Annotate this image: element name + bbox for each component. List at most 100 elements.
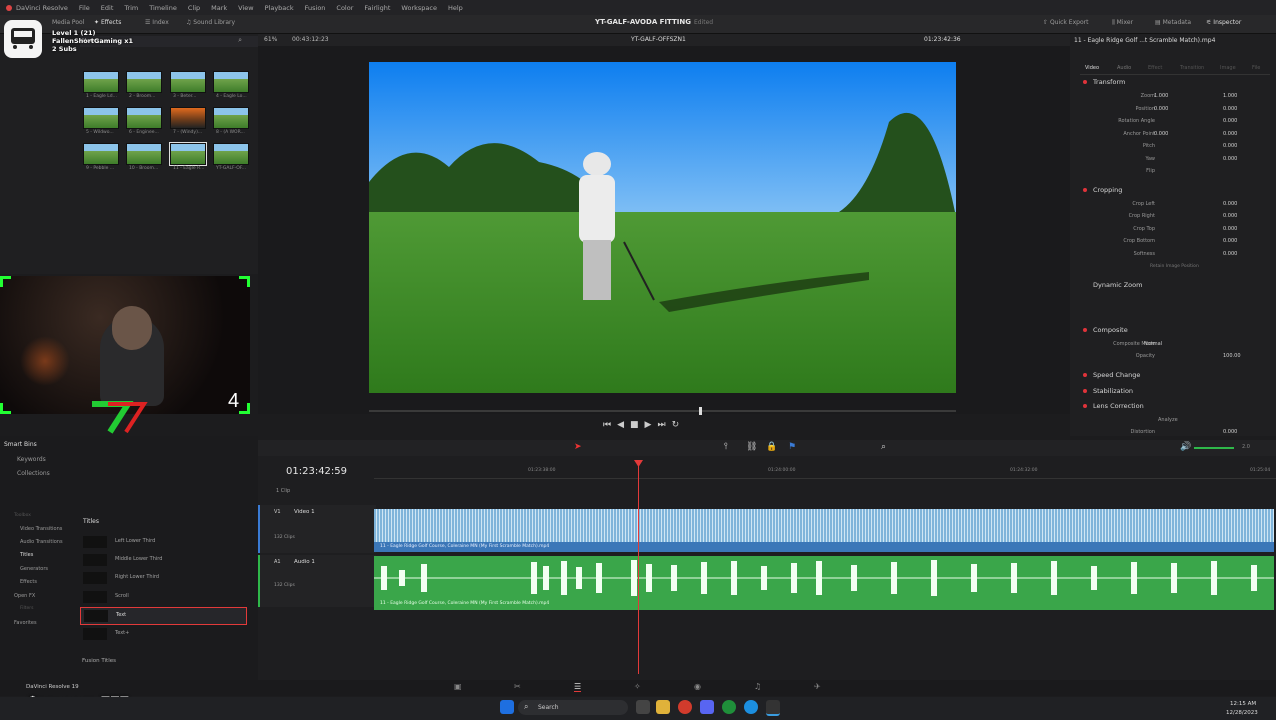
menu-item[interactable]: Trim <box>124 4 138 12</box>
crop-left-value[interactable]: 0.000 <box>1223 201 1237 207</box>
opacity-value[interactable]: 100.00 <box>1223 353 1241 359</box>
stop-icon[interactable]: ■ <box>630 420 645 430</box>
toolbox-item[interactable]: Open FX <box>14 593 35 599</box>
index-button[interactable]: ☰ Index <box>145 19 169 26</box>
crop-right-value[interactable]: 0.000 <box>1223 213 1237 219</box>
menu-item[interactable]: Help <box>448 4 463 12</box>
zoom-level[interactable]: 61% <box>264 36 277 43</box>
position-y-value[interactable]: 0.000 <box>1223 106 1237 112</box>
media-clip-thumb[interactable] <box>170 107 206 129</box>
toolbox-item[interactable]: Generators <box>20 566 48 572</box>
position-x-value[interactable]: 0.000 <box>1154 106 1168 112</box>
media-page-icon[interactable]: ▣ <box>454 682 462 691</box>
section-enabled-dot[interactable] <box>1083 389 1087 393</box>
tab-video[interactable]: Video <box>1085 65 1099 71</box>
composite-heading[interactable]: Composite <box>1093 326 1128 334</box>
media-clip-thumb-selected[interactable] <box>169 142 207 166</box>
clock-date[interactable]: 12/28/2023 <box>1226 710 1258 716</box>
lock-icon[interactable]: 🔒 <box>766 442 777 452</box>
effects-button[interactable]: ✦ Effects <box>94 19 121 26</box>
transform-heading[interactable]: Transform <box>1093 78 1125 86</box>
menu-item[interactable]: Workspace <box>401 4 437 12</box>
task-view-icon[interactable] <box>636 700 650 714</box>
title-item[interactable]: Middle Lower Third <box>80 552 245 568</box>
search-icon[interactable]: ⌕ <box>238 36 242 45</box>
video-clip-bar[interactable]: 11 - Eagle Ridge Golf Course, Coleraine … <box>374 542 1274 552</box>
media-pool-button[interactable]: Media Pool <box>52 19 84 26</box>
deliver-page-icon[interactable]: ✈ <box>814 682 821 691</box>
timeline-timecode[interactable]: 01:23:42:59 <box>286 466 347 477</box>
media-clip-thumb[interactable] <box>126 71 162 93</box>
volume-icon[interactable]: 🔊 <box>1180 442 1191 452</box>
playhead[interactable] <box>638 462 639 674</box>
media-clip-thumb[interactable] <box>170 71 206 93</box>
file-explorer-icon[interactable] <box>656 700 670 714</box>
distortion-value[interactable]: 0.000 <box>1223 429 1237 435</box>
analyze-button[interactable]: Analyze <box>1158 417 1178 423</box>
cut-page-icon[interactable]: ✂ <box>514 682 521 691</box>
track-name[interactable]: Audio 1 <box>294 559 315 565</box>
scrubber-handle[interactable] <box>699 407 702 415</box>
anchor-y-value[interactable]: 0.000 <box>1223 131 1237 137</box>
media-clip-thumb[interactable] <box>213 107 249 129</box>
link-icon[interactable]: ⛓ <box>746 442 757 452</box>
media-clip-thumb[interactable] <box>83 143 119 165</box>
smart-bins[interactable]: Smart Bins <box>4 441 37 448</box>
volume-slider[interactable] <box>1194 447 1234 449</box>
stabilization-heading[interactable]: Stabilization <box>1093 387 1133 395</box>
zoom-y-value[interactable]: 1.000 <box>1223 93 1237 99</box>
clock-time[interactable]: 12:15 AM <box>1230 701 1256 707</box>
tab-effect[interactable]: Effect <box>1148 65 1162 71</box>
play-icon[interactable]: ▶ <box>645 420 658 430</box>
selection-tool-icon[interactable]: ➤ <box>574 442 582 452</box>
anchor-x-value[interactable]: 0.000 <box>1154 131 1168 137</box>
play-reverse-icon[interactable]: ◀ <box>617 420 630 430</box>
track-name[interactable]: Video 1 <box>294 509 315 515</box>
fusion-titles-header[interactable]: Fusion Titles <box>82 658 116 664</box>
toolbox-item[interactable]: Audio Transitions <box>20 539 63 545</box>
video-clip-thumbnails[interactable] <box>374 509 1274 542</box>
menu-item[interactable]: Mark <box>211 4 227 12</box>
menu-item[interactable]: Playback <box>265 4 294 12</box>
tab-transition[interactable]: Transition <box>1180 65 1204 71</box>
favorites-item[interactable]: Favorites <box>14 620 37 626</box>
media-clip-thumb[interactable] <box>213 71 249 93</box>
pitch-value[interactable]: 0.000 <box>1223 143 1237 149</box>
audio-clip[interactable]: 11 - Eagle Ridge Golf Course, Coleraine … <box>374 556 1274 610</box>
quick-export-button[interactable]: ⇧ Quick Export <box>1043 19 1088 26</box>
loop-icon[interactable]: ↻ <box>672 420 686 430</box>
chrome-icon[interactable] <box>678 700 692 714</box>
skip-start-icon[interactable]: ⏮ <box>603 420 617 430</box>
crop-bottom-value[interactable]: 0.000 <box>1223 238 1237 244</box>
timeline-name[interactable]: YT-GALF-OFFSZN1 <box>631 36 686 43</box>
media-clip-thumb[interactable] <box>126 107 162 129</box>
lens-correction-heading[interactable]: Lens Correction <box>1093 402 1144 410</box>
color-page-icon[interactable]: ◉ <box>694 682 701 691</box>
edit-page-icon[interactable]: ☰ <box>574 682 582 692</box>
title-item[interactable]: Text+ <box>80 626 245 642</box>
mixer-button[interactable]: ⫼ Mixer <box>1112 19 1133 27</box>
toolbox-item[interactable]: Toolbox <box>14 513 31 518</box>
menu-item[interactable]: File <box>79 4 90 12</box>
media-clip-thumb[interactable] <box>126 143 162 165</box>
fairlight-page-icon[interactable]: ♫ <box>754 682 761 691</box>
discord-icon[interactable] <box>700 700 714 714</box>
cropping-heading[interactable]: Cropping <box>1093 186 1122 194</box>
menu-item[interactable]: View <box>238 4 253 12</box>
snap-icon[interactable]: ⫯ <box>724 442 728 452</box>
timeline-ruler[interactable]: 01:23:38:00 01:24:00:00 01:24:32:00 01:2… <box>374 462 1276 479</box>
media-clip-thumb[interactable] <box>83 71 119 93</box>
section-enabled-dot[interactable] <box>1083 188 1087 192</box>
title-item[interactable]: Right Lower Third <box>80 570 245 586</box>
tab-image[interactable]: Image <box>1220 65 1236 71</box>
title-item-selected[interactable]: Text <box>80 607 247 625</box>
yaw-value[interactable]: 0.000 <box>1223 156 1237 162</box>
tab-file[interactable]: File <box>1252 65 1260 71</box>
menu-item[interactable]: Fairlight <box>364 4 390 12</box>
windows-start-icon[interactable] <box>500 700 514 714</box>
menu-item[interactable]: Color <box>336 4 353 12</box>
retain-image-position[interactable]: Retain Image Position <box>1150 264 1199 269</box>
search-box[interactable]: ⌕ Search <box>518 700 628 715</box>
crop-top-value[interactable]: 0.000 <box>1223 226 1237 232</box>
title-item[interactable]: Scroll <box>80 589 245 605</box>
